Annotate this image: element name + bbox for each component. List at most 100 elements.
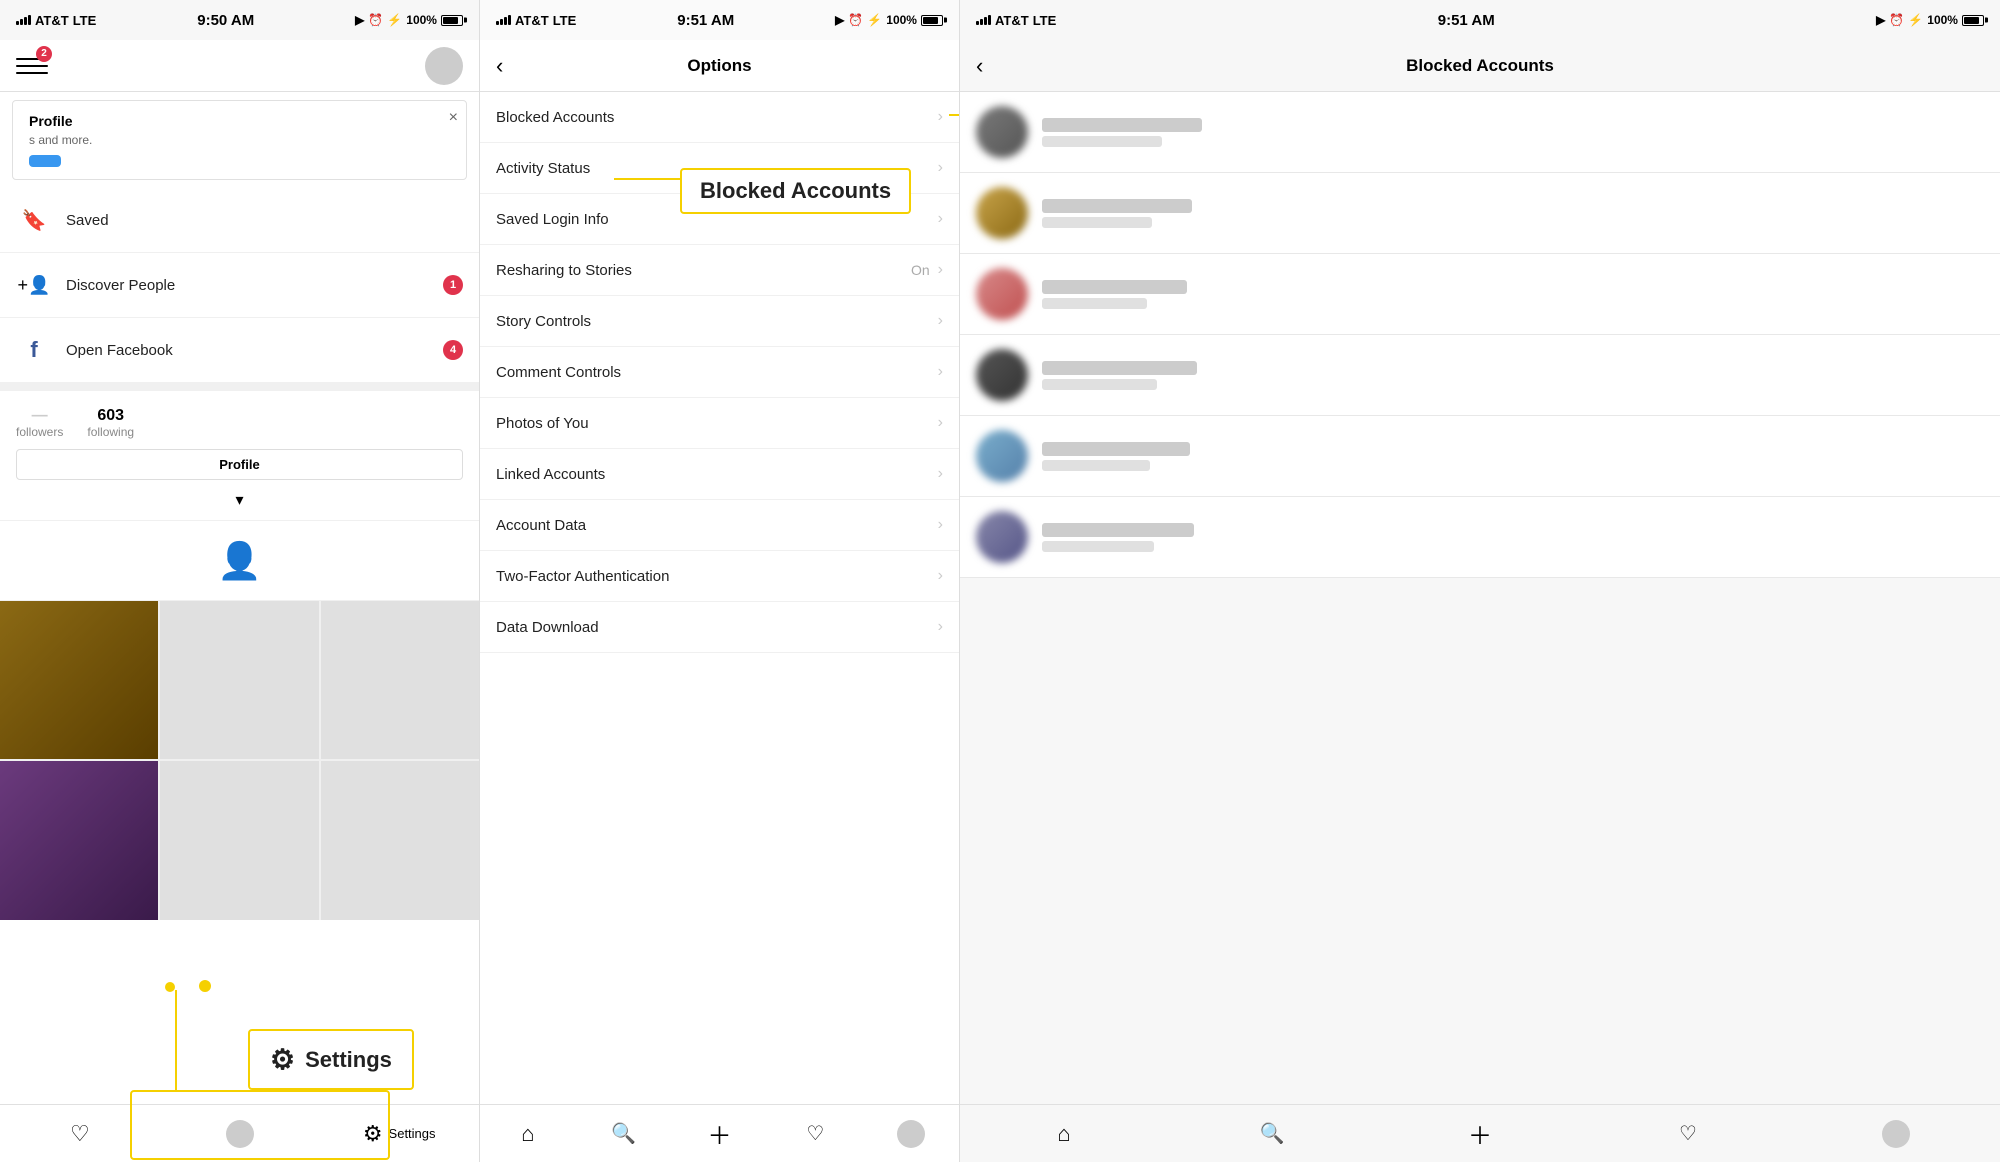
nav-search-2[interactable]: 🔍 [576,1105,672,1162]
menu-item-discover[interactable]: +👤 Discover People 1 [0,253,479,318]
blocked-avatar-3 [976,268,1028,320]
blocked-accounts-annotation-label: Blocked Accounts [680,168,911,214]
nav-heart-2[interactable]: ♡ [767,1105,863,1162]
nav-add-3[interactable]: ＋ [1376,1105,1584,1162]
settings-arrow-dot [199,980,211,992]
story-controls-label: Story Controls [496,313,938,330]
option-blocked-accounts[interactable]: Blocked Accounts › [480,92,959,143]
gallery-item-4[interactable] [0,761,158,919]
option-comment-controls[interactable]: Comment Controls › [480,347,959,398]
option-data-download[interactable]: Data Download › [480,602,959,653]
carrier-label-2: AT&T [515,13,549,28]
following-count: 603 [87,407,134,425]
blocked-accounts-list [960,92,2000,1104]
nav-heart-3[interactable]: ♡ [1584,1105,1792,1162]
blocked-account-3[interactable] [960,254,2000,335]
chevron-icon-activity: › [938,159,943,177]
blocked-account-1[interactable] [960,92,2000,173]
option-photos-of-you[interactable]: Photos of You › [480,398,959,449]
options-title: Options [532,56,907,76]
blocked-sub-bar-1 [1042,136,1162,147]
blocked-name-bar-5 [1042,442,1190,456]
blocked-annotation-arrow-line [949,114,959,116]
menu-item-facebook[interactable]: f Open Facebook 4 [0,318,479,383]
blocked-name-bar-4 [1042,361,1197,375]
blocked-name-bar-1 [1042,118,1202,132]
bluetooth-icon: ⚡ [387,13,402,27]
chevron-down-icon: ▾ [235,490,243,510]
blocked-account-6[interactable] [960,497,2000,578]
blocked-account-4[interactable] [960,335,2000,416]
blocked-sub-bar-6 [1042,541,1154,552]
blocked-name-bar-2 [1042,199,1192,213]
option-account-data[interactable]: Account Data › [480,500,959,551]
blocked-account-5[interactable] [960,416,2000,497]
hamburger-button[interactable]: 2 [16,50,48,82]
option-linked-accounts[interactable]: Linked Accounts › [480,449,959,500]
blocked-sub-bar-4 [1042,379,1157,390]
gps-icon-3: ▶ [1876,13,1885,27]
settings-box-annotation: ⚙ Settings [248,1029,414,1090]
expand-toggle[interactable]: ▾ [0,480,479,521]
blocked-account-info-4 [1042,361,1197,390]
back-button-panel3[interactable]: ‹ [976,53,1012,79]
signal-icon-2 [496,15,511,25]
blocked-name-bar-3 [1042,280,1187,294]
nav-profile-3[interactable] [1792,1105,2000,1162]
option-story-controls[interactable]: Story Controls › [480,296,959,347]
status-bar-panel2: AT&T LTE 9:51 AM ▶ ⏰ ⚡ 100% [480,0,959,40]
followers-stat: — followers [16,407,63,439]
discover-label: Discover People [66,277,443,294]
nav-avatar-icon [226,1120,254,1148]
battery-info-2: ▶ ⏰ ⚡ 100% [835,13,943,27]
nav-settings[interactable]: ⚙ Settings [319,1105,479,1162]
gallery-item-5[interactable] [160,761,318,919]
nav-home-2[interactable]: ⌂ [480,1105,576,1162]
blocked-account-info-5 [1042,442,1190,471]
back-button-panel2[interactable]: ‹ [496,53,532,79]
battery-info: ▶ ⏰ ⚡ 100% [355,13,463,27]
menu-item-saved[interactable]: 🔖 Saved [0,188,479,253]
network-label: LTE [73,13,97,28]
option-two-factor[interactable]: Two-Factor Authentication › [480,551,959,602]
signal-icon-3 [976,15,991,25]
avatar[interactable] [425,47,463,85]
option-resharing[interactable]: Resharing to Stories On › [480,245,959,296]
blocked-account-2[interactable] [960,173,2000,254]
chevron-icon-blocked: › [938,108,943,126]
nav-profile-2[interactable] [863,1105,959,1162]
nav-heart[interactable]: ♡ [0,1105,160,1162]
gallery-item-6[interactable] [321,761,479,919]
blocked-sub-bar-5 [1042,460,1150,471]
close-icon[interactable]: × [449,109,458,127]
chevron-icon-data-download: › [938,618,943,636]
status-bar-panel1: AT&T LTE 9:50 AM ▶ ⏰ ⚡ 100% [0,0,479,40]
following-stat: 603 following [87,407,134,439]
settings-annotation-dot [165,982,175,992]
signal-icon [16,15,31,25]
settings-nav-label: Settings [389,1126,436,1141]
resharing-value: On [911,262,930,278]
nav-avatar[interactable] [160,1105,320,1162]
chevron-icon-photos: › [938,414,943,432]
notification-action-button[interactable] [29,155,61,167]
blocked-account-info-1 [1042,118,1202,147]
gallery-item-1[interactable] [0,601,158,759]
hamburger-line-2 [16,65,48,67]
nav-search-3[interactable]: 🔍 [1168,1105,1376,1162]
two-factor-label: Two-Factor Authentication [496,568,938,585]
edit-profile-button[interactable]: Profile [16,449,463,480]
nav-add-2[interactable]: ＋ [672,1105,768,1162]
discover-badge: 1 [443,275,463,295]
gallery-item-3[interactable] [321,601,479,759]
gallery-grid [0,601,479,920]
blocked-account-info-3 [1042,280,1187,309]
chevron-icon-linked: › [938,465,943,483]
nav-home-3[interactable]: ⌂ [960,1105,1168,1162]
data-download-label: Data Download [496,619,938,636]
battery-label-2: 100% [886,13,917,27]
chevron-icon-comment: › [938,363,943,381]
blocked-sub-bar-3 [1042,298,1147,309]
carrier-label-3: AT&T [995,13,1029,28]
gallery-item-2[interactable] [160,601,318,759]
